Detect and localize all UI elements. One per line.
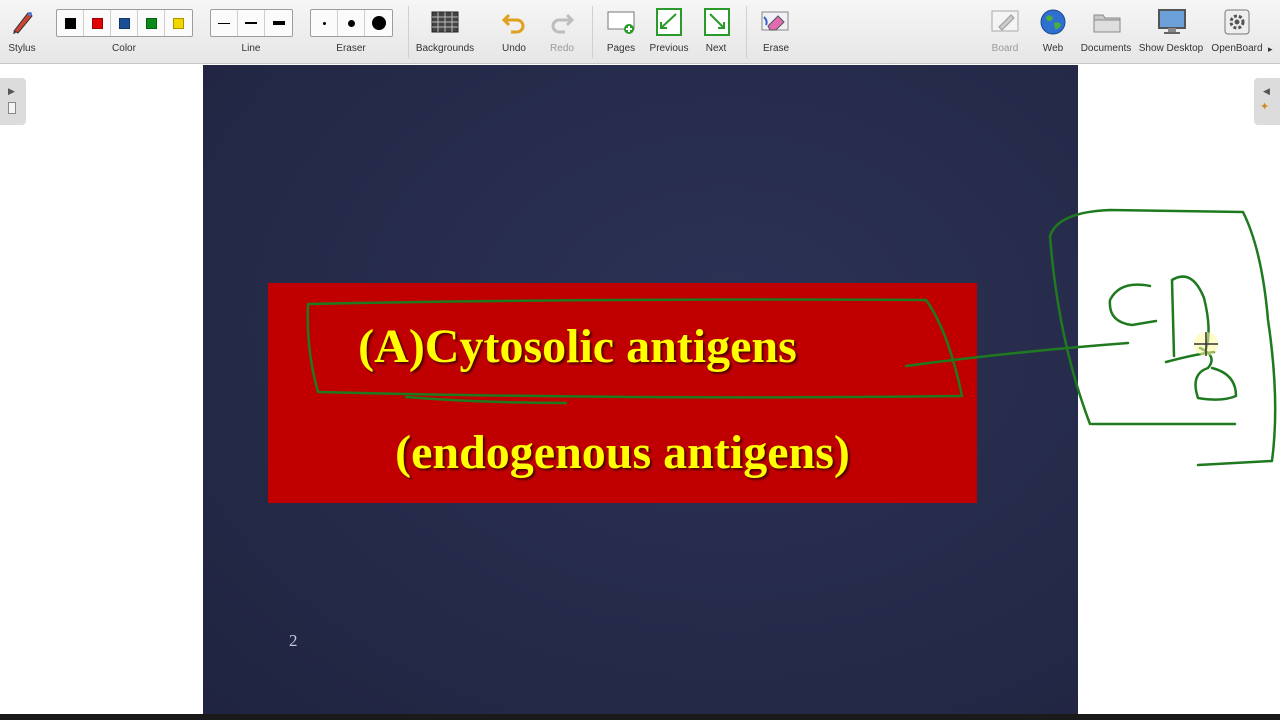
folder-icon — [1092, 7, 1122, 37]
web-button[interactable] — [1038, 0, 1068, 64]
line-thick[interactable] — [265, 10, 292, 36]
left-palette-toggle[interactable]: ▶ — [0, 78, 26, 125]
backgrounds-label: Backgrounds — [415, 43, 475, 54]
library-icon: ✦ — [1260, 101, 1270, 113]
gear-icon — [1222, 7, 1252, 37]
undo-icon — [499, 7, 529, 37]
pages-label: Pages — [606, 43, 636, 54]
eraser-large[interactable] — [365, 10, 392, 36]
pages-button[interactable] — [606, 0, 636, 64]
line-medium[interactable] — [238, 10, 265, 36]
openboard-button[interactable] — [1222, 0, 1252, 64]
color-green[interactable] — [138, 10, 165, 36]
documents-button[interactable] — [1092, 0, 1122, 64]
color-group — [56, 9, 193, 37]
redo-label: Redo — [550, 43, 574, 54]
undo-button[interactable] — [499, 0, 529, 64]
page-list-icon — [8, 102, 16, 114]
add-page-icon — [606, 7, 636, 37]
monitor-icon — [1157, 7, 1187, 37]
next-page-icon — [702, 7, 732, 37]
title-banner: (A)Cytosolic antigens (endogenous antige… — [268, 283, 977, 503]
line-label: Line — [241, 43, 261, 54]
right-palette-toggle[interactable]: ◀ ✦ — [1254, 78, 1280, 125]
stylus-tool[interactable] — [8, 0, 38, 64]
previous-page-icon — [654, 7, 684, 37]
previous-button[interactable] — [654, 0, 684, 64]
eraser-small[interactable] — [311, 10, 338, 36]
line-thin[interactable] — [211, 10, 238, 36]
slide-title-line2: (endogenous antigens) — [395, 426, 850, 479]
slide-title-line1: (A)Cytosolic antigens — [358, 320, 797, 373]
globe-icon — [1038, 7, 1068, 37]
grid-background-icon — [430, 7, 460, 37]
web-label: Web — [1042, 43, 1064, 54]
color-yellow[interactable] — [165, 10, 192, 36]
next-label: Next — [705, 43, 727, 54]
next-button[interactable] — [702, 0, 732, 64]
erase-button[interactable] — [760, 0, 790, 64]
erase-label: Erase — [762, 43, 790, 54]
board-label: Board — [991, 43, 1019, 54]
eraser-medium[interactable] — [338, 10, 365, 36]
eraser-group — [310, 9, 393, 37]
backgrounds-button[interactable] — [430, 0, 460, 64]
documents-label: Documents — [1080, 43, 1132, 54]
undo-label: Undo — [502, 43, 526, 54]
show-desktop-button[interactable] — [1157, 0, 1187, 64]
openboard-label: OpenBoard — [1211, 43, 1263, 54]
redo-button[interactable] — [547, 0, 577, 64]
previous-label: Previous — [649, 43, 689, 54]
stylus-label: Stylus — [8, 43, 36, 54]
color-red[interactable] — [84, 10, 111, 36]
board-icon — [990, 7, 1020, 37]
stylus-icon — [8, 7, 38, 37]
board-button[interactable] — [990, 0, 1020, 64]
expand-right-icon: ▶ — [8, 86, 15, 96]
erase-icon — [760, 7, 790, 37]
show-desktop-label: Show Desktop — [1138, 43, 1204, 54]
line-group — [210, 9, 293, 37]
eraser-label: Eraser — [336, 43, 366, 54]
toolbar: Stylus Color Line Eraser Backgrounds Und… — [0, 0, 1280, 64]
redo-icon — [547, 7, 577, 37]
color-label: Color — [112, 43, 136, 54]
color-blue[interactable] — [111, 10, 138, 36]
color-black[interactable] — [57, 10, 84, 36]
expand-left-icon: ◀ — [1263, 86, 1270, 96]
bottom-edge — [0, 714, 1280, 720]
slide-page-number: 2 — [289, 631, 298, 650]
toolbar-overflow-icon[interactable]: ▸ — [1268, 44, 1273, 55]
